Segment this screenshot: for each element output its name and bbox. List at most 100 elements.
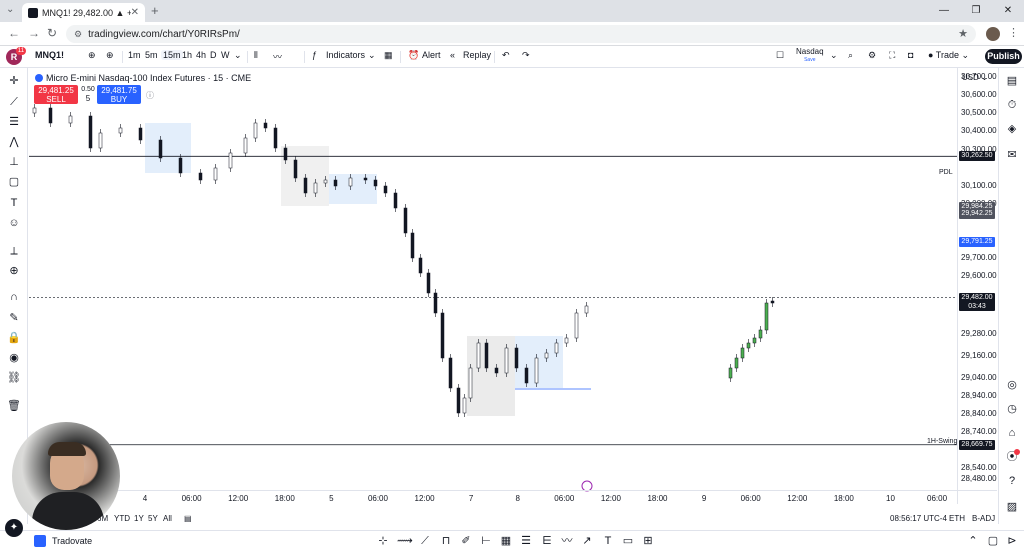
undo-icon[interactable]: ↶: [502, 50, 510, 61]
notifications-icon[interactable]: ⌂: [1004, 426, 1020, 440]
range-5y[interactable]: 5Y: [148, 514, 158, 523]
settings-gear-icon[interactable]: ⚙: [868, 50, 876, 61]
ruler-icon[interactable]: ⟂: [6, 244, 22, 258]
link-icon[interactable]: ⛓: [6, 371, 22, 385]
alerts-clock-icon[interactable]: ⏱: [1004, 98, 1020, 112]
drawing-ray-icon[interactable]: ⟿: [397, 534, 413, 548]
site-info-icon[interactable]: ⚙: [74, 29, 82, 40]
projection-icon[interactable]: ⊥: [6, 155, 22, 169]
interval-15m[interactable]: 15m: [161, 50, 183, 60]
alert-button[interactable]: Alert: [422, 50, 441, 60]
drawing-grid-icon[interactable]: ▦: [499, 534, 513, 548]
snapshot-camera-icon[interactable]: ◘: [908, 50, 913, 60]
layout-checkbox-icon[interactable]: ☐: [776, 50, 784, 61]
range-ytd[interactable]: YTD: [114, 514, 130, 523]
interval-1h[interactable]: 1h: [182, 50, 192, 60]
redo-icon[interactable]: ↷: [522, 50, 530, 61]
indicators-dropdown-icon[interactable]: ⌄: [368, 50, 376, 61]
pattern-icon[interactable]: ⋀: [6, 135, 22, 149]
drawing-text-icon[interactable]: T: [601, 534, 615, 548]
range-1y[interactable]: 1Y: [134, 514, 144, 523]
drawing-channel-icon[interactable]: ⋿: [540, 534, 554, 548]
back-icon[interactable]: ←: [8, 26, 20, 40]
interval-4h[interactable]: 4h: [196, 50, 206, 60]
drawing-range-icon[interactable]: ⊢: [479, 534, 493, 548]
interval-d[interactable]: D: [210, 50, 217, 60]
cursor-icon[interactable]: ✛: [6, 74, 22, 88]
lock-icon[interactable]: 🔒: [6, 331, 22, 345]
url-field[interactable]: ⚙ tradingview.com/chart/Y0RIRsPm/ ★: [66, 25, 976, 43]
drawing-note-icon[interactable]: ▭: [621, 534, 635, 548]
interval-w[interactable]: W: [221, 50, 230, 60]
interval-5m[interactable]: 5m: [145, 50, 158, 60]
eye-icon[interactable]: ◉: [6, 351, 22, 365]
tradingview-logo-icon[interactable]: ✦: [5, 519, 23, 537]
add-symbol-icon[interactable]: ⊕: [106, 50, 114, 61]
watchlist-icon[interactable]: ▤: [1004, 74, 1020, 88]
panel-arrow-icon[interactable]: ⊳: [1005, 534, 1019, 548]
chat-icon[interactable]: ✉: [1004, 148, 1020, 162]
price-chart[interactable]: [29, 68, 997, 524]
magnet-icon[interactable]: ∩: [6, 290, 22, 304]
close-window-icon[interactable]: ✕: [992, 0, 1024, 22]
layout-dropdown-icon[interactable]: ⌄: [830, 50, 838, 61]
drawing-line-icon[interactable]: ⟋: [418, 534, 432, 548]
publish-button[interactable]: Publish: [985, 49, 1022, 64]
profile-avatar[interactable]: [986, 27, 1000, 41]
symbol-search-button[interactable]: MNQ1!: [35, 50, 64, 60]
panel-maximize-icon[interactable]: ▢: [986, 534, 1000, 548]
indicators-button[interactable]: Indicators: [326, 50, 365, 60]
interval-dropdown-icon[interactable]: ⌄: [234, 50, 242, 61]
zoom-icon[interactable]: ⊕: [6, 264, 22, 278]
chart-info-icon[interactable]: ⓘ: [146, 90, 154, 101]
browser-tab[interactable]: MNQ1! 29,482.00 ▲ +1.57% N ✕: [22, 3, 145, 22]
close-tab-icon[interactable]: ✕: [131, 7, 139, 18]
buy-button[interactable]: 29,481.75 BUY: [97, 85, 141, 104]
maximize-icon[interactable]: ❐: [960, 0, 992, 22]
ideas-icon[interactable]: ▨: [1004, 500, 1020, 514]
clock-readout[interactable]: 08:56:17 UTC-4: [890, 514, 947, 523]
emoji-icon[interactable]: ☺: [6, 216, 22, 230]
drawing-measure-icon[interactable]: ⊞: [641, 534, 655, 548]
geometric-shapes-icon[interactable]: ▢: [6, 175, 22, 189]
range-all[interactable]: All: [163, 514, 172, 523]
broker-name[interactable]: Tradovate: [52, 536, 92, 546]
tab-search-icon[interactable]: ⌄: [6, 4, 14, 15]
trade-button[interactable]: ● Trade ⌄: [928, 50, 969, 61]
help-icon[interactable]: ?: [1004, 474, 1020, 488]
candles-icon[interactable]: ⫴: [254, 50, 258, 61]
replay-icon[interactable]: «: [450, 50, 455, 60]
order-quantity[interactable]: 5: [81, 94, 95, 103]
quick-search-icon[interactable]: ⌕: [848, 50, 853, 61]
calendar-icon[interactable]: ◷: [1004, 402, 1020, 416]
object-tree-icon[interactable]: ◈: [1004, 122, 1020, 136]
goto-date-icon[interactable]: ▤: [184, 514, 192, 523]
line-chart-icon[interactable]: 〰: [273, 50, 282, 63]
trash-icon[interactable]: 🗑: [6, 399, 22, 413]
new-tab-icon[interactable]: +: [151, 3, 159, 18]
bookmark-star-icon[interactable]: ★: [958, 27, 968, 40]
alert-icon[interactable]: ⏰: [408, 50, 419, 61]
indicators-icon[interactable]: ƒ: [312, 50, 317, 60]
layout-templates-icon[interactable]: ▦: [384, 50, 393, 61]
drawing-cursor-icon[interactable]: ⊹: [376, 534, 390, 548]
drawing-pen-icon[interactable]: ✐: [459, 534, 473, 548]
text-icon[interactable]: T: [6, 196, 22, 210]
compare-icon[interactable]: ⊕: [88, 50, 96, 61]
adjustment-toggle[interactable]: B-ADJ: [972, 514, 995, 523]
interval-1m[interactable]: 1m: [128, 50, 141, 60]
drawing-fib-icon[interactable]: ☰: [519, 534, 533, 548]
reload-icon[interactable]: ↻: [47, 26, 57, 40]
drawing-wave-icon[interactable]: 〰: [560, 534, 574, 548]
replay-button[interactable]: Replay: [463, 50, 491, 60]
forward-icon[interactable]: →: [28, 26, 40, 40]
browser-menu-icon[interactable]: ⋮: [1008, 26, 1019, 39]
fib-icon[interactable]: ☰: [6, 115, 22, 129]
drawing-rect-icon[interactable]: ⊓: [439, 534, 453, 548]
fullscreen-icon[interactable]: ⛶: [889, 50, 895, 61]
layout-name[interactable]: Nasdaq Save: [796, 48, 824, 64]
drawing-arrow-icon[interactable]: ↗: [580, 534, 594, 548]
sell-button[interactable]: 29,481.25 SELL: [34, 85, 78, 104]
brush-icon[interactable]: ✎: [6, 311, 22, 325]
session-toggle[interactable]: ETH: [949, 514, 965, 523]
